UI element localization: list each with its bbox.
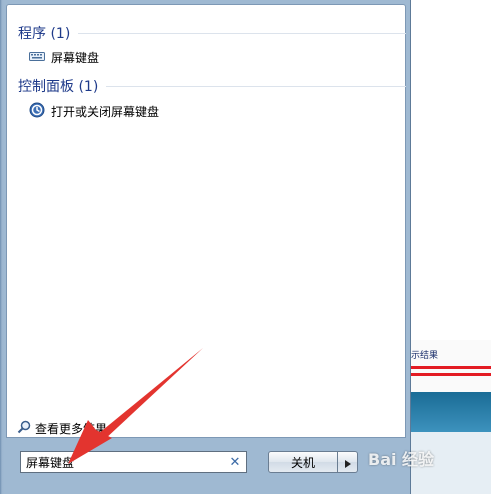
baidu-watermark: Bai 经验 — [368, 450, 435, 469]
start-menu-bottom-bar: 屏幕键盘 ✕ 关机 — [6, 437, 404, 492]
shutdown-button[interactable]: 关机 — [268, 451, 338, 473]
result-item-label: 屏幕键盘 — [51, 50, 100, 65]
background-window-blank — [411, 0, 491, 340]
background-window: 示结果 — [411, 0, 491, 494]
background-window-blue-band — [411, 392, 491, 432]
shutdown-button-group: 关机 — [268, 451, 358, 473]
divider — [106, 85, 406, 87]
start-menu: 程序 (1) 屏幕键盘 控制面板 (1) 打开或关闭屏幕键盘 查看更多结果 屏幕… — [0, 0, 411, 494]
divider — [78, 32, 406, 34]
background-window-text: 示结果 — [411, 351, 439, 361]
group-header-control-panel[interactable]: 控制面板 (1) — [18, 76, 406, 96]
keyboard-icon — [29, 50, 45, 65]
see-more-label: 查看更多结果 — [35, 421, 108, 436]
group-title: 程序 (1) — [18, 26, 71, 42]
result-item-toggle-on-screen-keyboard[interactable]: 打开或关闭屏幕键盘 — [29, 101, 159, 121]
shutdown-label: 关机 — [290, 455, 315, 470]
ease-of-access-icon — [29, 102, 45, 121]
group-header-programs[interactable]: 程序 (1) — [18, 23, 406, 43]
background-window-red-bars — [411, 366, 491, 376]
group-title: 控制面板 (1) — [18, 79, 99, 95]
see-more-results-link[interactable]: 查看更多结果 — [17, 419, 107, 437]
search-icon — [17, 420, 31, 437]
result-item-label: 打开或关闭屏幕键盘 — [51, 104, 160, 119]
result-item-on-screen-keyboard[interactable]: 屏幕键盘 — [29, 47, 99, 67]
close-icon[interactable]: ✕ — [228, 455, 242, 470]
search-input-value[interactable]: 屏幕键盘 — [26, 454, 228, 471]
chevron-right-icon — [344, 453, 351, 472]
search-results-pane: 程序 (1) 屏幕键盘 控制面板 (1) 打开或关闭屏幕键盘 查看更多结果 — [6, 4, 406, 438]
shutdown-options-button[interactable] — [338, 451, 358, 473]
search-input[interactable]: 屏幕键盘 ✕ — [20, 451, 247, 473]
